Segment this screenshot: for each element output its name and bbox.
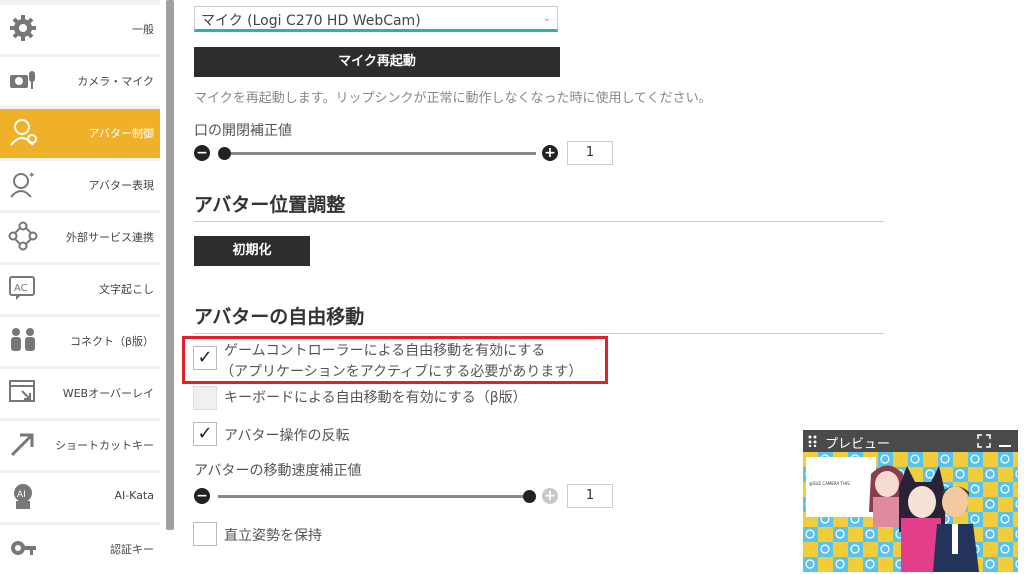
sidebar-item-label: アバター制御	[88, 127, 154, 140]
sidebar-item-label: ショートカットキー	[55, 439, 154, 452]
sidebar-item-external-service[interactable]: 外部サービス連携	[0, 213, 160, 262]
sidebar-item-connect[interactable]: コネクト（β版）	[0, 317, 160, 366]
sidebar-item-label: 外部サービス連携	[66, 231, 154, 244]
sidebar-item-transcription[interactable]: AC 文字起こし	[0, 265, 160, 314]
minus-icon[interactable]: −	[194, 488, 210, 504]
free-move-heading: アバターの自由移動	[194, 306, 365, 328]
sidebar-item-label: AI-Kata	[114, 489, 154, 502]
speed-correction-label: アバターの移動速度補正値	[194, 463, 362, 479]
settings-panel: マイク (Logi C270 HD WebCam) ⌄ マイク再起動 マイクを再…	[176, 0, 896, 572]
sidebar-scrollbar[interactable]	[166, 0, 174, 530]
camera-mic-icon	[10, 71, 35, 89]
ai-kata-icon: AI	[14, 484, 32, 509]
chevron-down-icon: ⌄	[542, 13, 551, 24]
mouth-slider-track[interactable]	[221, 152, 536, 155]
sidebar-item-auth-key[interactable]: 認証キー	[0, 525, 160, 574]
invert-control-checkbox[interactable]: ✓	[193, 422, 217, 446]
mic-restart-note: マイクを再起動します。リップシンクが正常に動作しなくなった時に使用してください。	[194, 91, 712, 106]
sidebar-item-ai-kata[interactable]: AI AI-Kata	[0, 473, 160, 522]
minus-icon[interactable]: −	[194, 145, 210, 161]
expand-icon[interactable]	[977, 434, 991, 448]
preview-canvas: @SUZ CAMERA THIS	[803, 452, 1018, 572]
position-reset-button[interactable]: 初期化	[194, 236, 310, 266]
preview-inner-text: @SUZ CAMERA THIS	[809, 481, 850, 486]
keyboard-move-label: キーボードによる自由移動を有効にする（β版）	[224, 390, 527, 406]
sidebar-item-general[interactable]: 一般	[0, 5, 160, 54]
svg-text:✦: ✦	[28, 171, 36, 181]
avatar-expression-icon: ✦	[10, 171, 36, 198]
divider	[194, 221, 884, 222]
sidebar-item-label: アバター表現	[88, 179, 154, 192]
keyboard-move-checkbox[interactable]	[193, 386, 217, 410]
ac-transcription-icon: AC	[9, 276, 35, 300]
gamepad-move-checkbox[interactable]: ✓	[193, 346, 217, 370]
sidebar-item-label: 文字起こし	[99, 283, 154, 296]
mic-select-value: マイク (Logi C270 HD WebCam)	[201, 13, 421, 29]
svg-text:AC: AC	[14, 283, 28, 294]
gamepad-move-note: （アプリケーションをアクティブにする必要があります）	[220, 364, 583, 380]
svg-text:AI: AI	[17, 490, 26, 500]
speed-slider-thumb[interactable]	[523, 490, 536, 503]
plus-icon[interactable]: +	[542, 145, 558, 161]
preview-title: プレビュー	[825, 437, 891, 452]
mouth-value-input[interactable]: 1	[567, 141, 613, 165]
invert-control-label: アバター操作の反転	[224, 428, 350, 444]
shortcut-arrow-icon	[10, 433, 34, 457]
sidebar-item-avatar-control[interactable]: アバター制御	[0, 109, 160, 158]
sidebar-item-avatar-expression[interactable]: ✦ アバター表現	[0, 161, 160, 210]
mic-select[interactable]: マイク (Logi C270 HD WebCam) ⌄	[194, 6, 558, 32]
mic-restart-button[interactable]: マイク再起動	[194, 47, 560, 77]
sidebar-item-label: カメラ・マイク	[77, 75, 154, 88]
sidebar-item-shortcut[interactable]: ショートカットキー	[0, 421, 160, 470]
drag-handle-icon[interactable]	[808, 435, 820, 447]
preview-scene: @SUZ CAMERA THIS	[803, 452, 1018, 572]
people-connect-icon	[11, 328, 35, 351]
plus-icon: +	[542, 488, 558, 504]
gear-icon	[10, 15, 36, 41]
external-service-icon	[8, 221, 38, 251]
sidebar-item-label: 認証キー	[110, 543, 154, 556]
gamepad-move-label: ゲームコントローラーによる自由移動を有効にする	[224, 343, 546, 359]
speed-slider-track[interactable]	[218, 495, 528, 498]
avatar-control-icon	[10, 119, 37, 146]
mouth-slider-thumb[interactable]	[218, 147, 231, 160]
sidebar: 一般 カメラ・マイク アバター制御 ✦ アバター表現 外部サービス連携 AC 文…	[0, 0, 160, 574]
upright-posture-checkbox[interactable]	[193, 522, 217, 546]
sidebar-item-label: WEBオーバーレイ	[62, 387, 154, 400]
sidebar-item-label: 一般	[132, 23, 154, 36]
mouth-correction-label: 口の開閉補正値	[194, 123, 292, 139]
speed-value-input[interactable]: 1	[567, 484, 613, 508]
sidebar-item-label: コネクト（β版）	[69, 335, 154, 348]
sidebar-item-camera-mic[interactable]: カメラ・マイク	[0, 57, 160, 106]
web-overlay-icon	[9, 380, 35, 402]
preview-titlebar[interactable]: プレビュー	[803, 430, 1018, 452]
sidebar-item-web-overlay[interactable]: WEBオーバーレイ	[0, 369, 160, 418]
upright-posture-label: 直立姿勢を保持	[224, 528, 322, 544]
preview-window[interactable]: プレビュー @SUZ CAMERA THIS	[803, 430, 1018, 572]
divider	[194, 333, 884, 334]
key-icon	[11, 541, 36, 555]
position-heading: アバター位置調整	[194, 194, 346, 216]
minimize-icon[interactable]	[998, 434, 1012, 448]
